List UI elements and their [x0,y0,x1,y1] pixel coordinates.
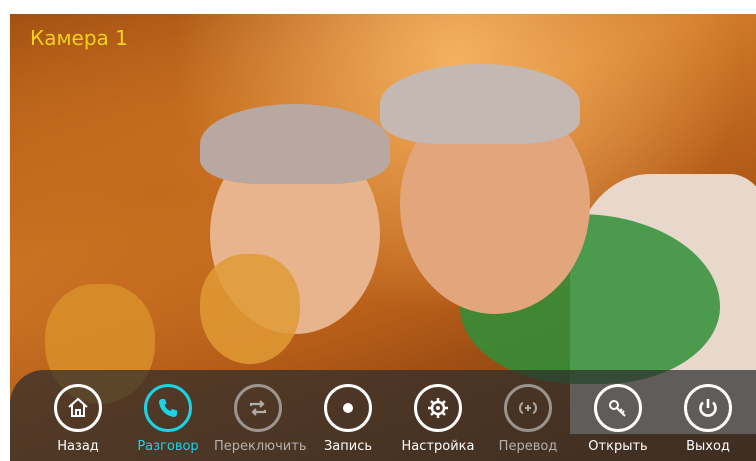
key-icon [594,384,642,432]
home-icon [54,384,102,432]
tinsel-hat-left [200,104,390,184]
camera-title: Камера 1 [30,26,128,50]
record-label: Запись [323,439,373,454]
talk-label: Разговор [137,439,199,454]
back-label: Назад [57,439,99,454]
talk-button[interactable]: Разговор [124,384,212,460]
transfer-button[interactable]: Перевод [484,384,572,460]
gear-icon [414,384,462,432]
open-door-button[interactable]: Открыть [574,384,662,460]
transfer-label: Перевод [498,439,558,454]
exit-label: Выход [686,439,730,454]
settings-button[interactable]: Настройка [394,384,482,460]
power-icon [684,384,732,432]
open-door-label: Открыть [588,439,648,454]
champagne-glass-center [200,254,300,364]
switch-arrows-icon [234,384,282,432]
exit-button[interactable]: Выход [664,384,752,460]
back-button[interactable]: Назад [34,384,122,460]
transfer-icon [504,384,552,432]
switch-button[interactable]: Переключить [214,384,307,460]
record-icon [324,384,372,432]
switch-label: Переключить [214,439,307,454]
record-button[interactable]: Запись [304,384,392,460]
control-toolbar: Назад Разговор Переключить Запись Настро… [10,370,756,461]
phone-icon [144,384,192,432]
tinsel-hat-right [380,64,580,144]
settings-label: Настройка [401,439,475,454]
